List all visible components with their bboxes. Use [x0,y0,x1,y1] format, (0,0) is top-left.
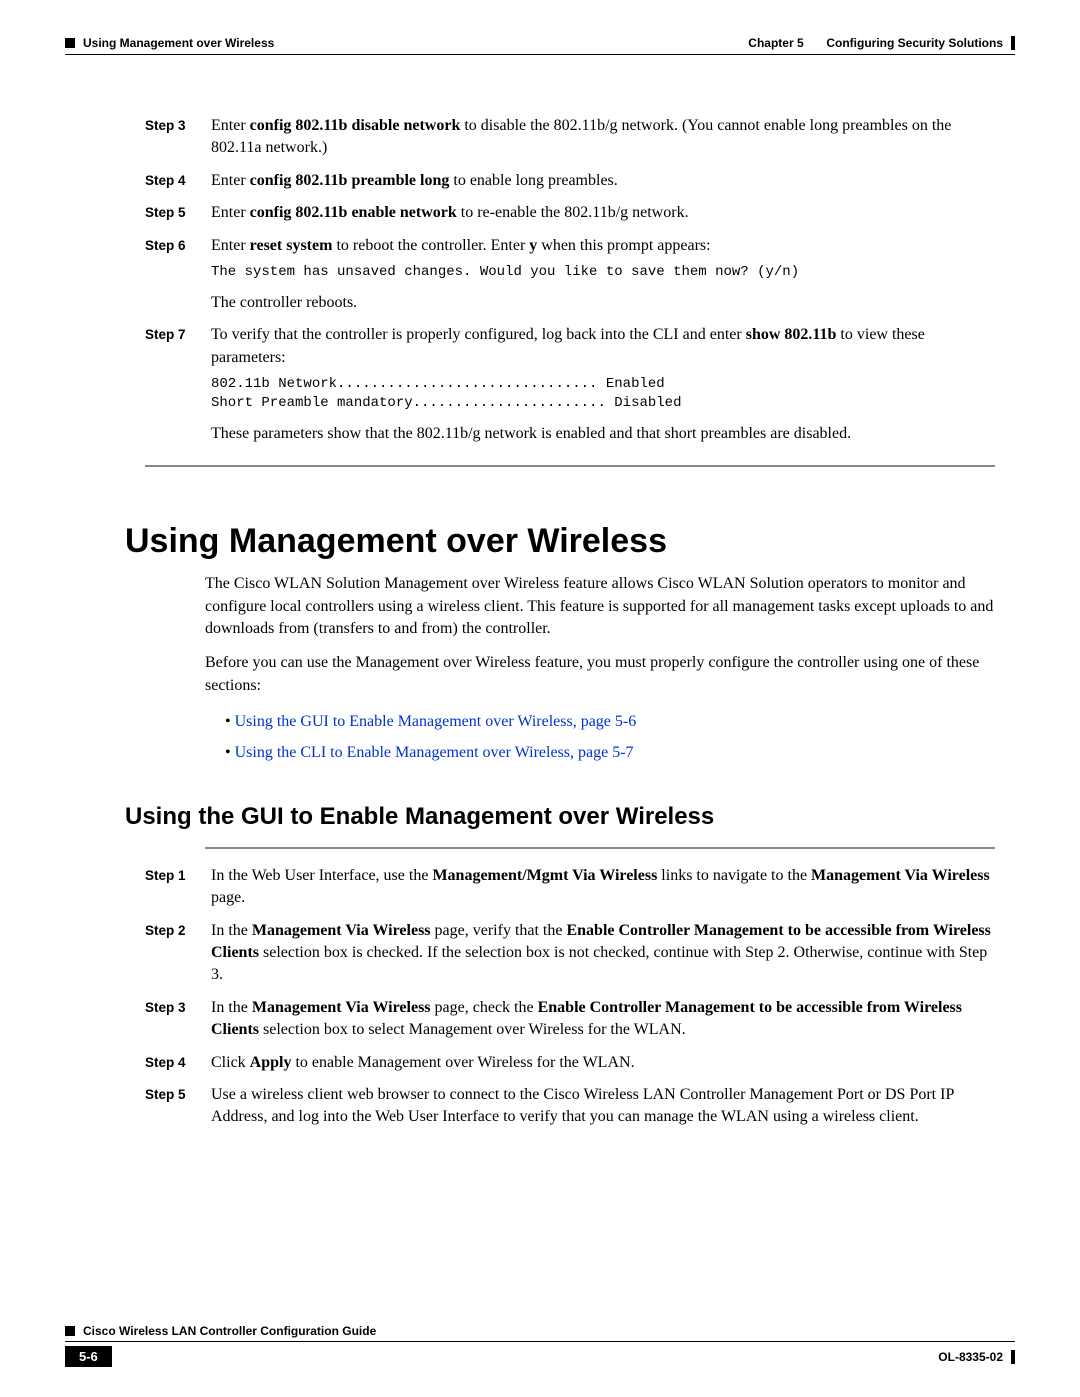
cross-ref-link[interactable]: Using the GUI to Enable Management over … [235,713,637,730]
header-section-title: Using Management over Wireless [83,36,274,50]
footer-marker-icon [65,1326,75,1336]
step-body: In the Management Via Wireless page, ver… [211,920,995,987]
section-heading: Using Management over Wireless [125,522,1015,561]
intro-paragraph: Before you can use the Management over W… [205,652,995,697]
steps-block-a: Step 3 Enter config 802.11b disable netw… [145,115,995,445]
step-row: Step 5 Enter config 802.11b enable netwo… [145,202,995,224]
step-label: Step 6 [145,235,193,315]
step-label: Step 7 [145,324,193,445]
step-body: In the Web User Interface, use the Manag… [211,865,995,910]
header-chapter: Chapter 5 [748,36,803,50]
step-row: Step 2 In the Management Via Wireless pa… [145,920,995,987]
step-row: Step 6 Enter reset system to reboot the … [145,235,995,315]
intro-paragraph: The Cisco WLAN Solution Management over … [205,573,995,640]
step-note: The controller reboots. [211,292,995,314]
step-body: Use a wireless client web browser to con… [211,1084,995,1129]
step-body: Enter config 802.11b preamble long to en… [211,170,995,192]
step-label: Step 1 [145,865,193,910]
step-body: In the Management Via Wireless page, che… [211,997,995,1042]
step-row: Step 4 Enter config 802.11b preamble lon… [145,170,995,192]
step-body: Enter reset system to reboot the control… [211,235,995,315]
step-label: Step 3 [145,997,193,1042]
step-label: Step 3 [145,115,193,160]
page-footer: Cisco Wireless LAN Controller Configurat… [65,1324,1015,1367]
list-item: Using the GUI to Enable Management over … [225,707,995,737]
step-body: Enter config 802.11b disable network to … [211,115,995,160]
step-body: To verify that the controller is properl… [211,324,995,445]
footer-guide-title: Cisco Wireless LAN Controller Configurat… [83,1324,376,1338]
link-list: Using the GUI to Enable Management over … [225,707,995,768]
header-rule [65,54,1015,55]
step-label: Step 5 [145,1084,193,1129]
doc-id: OL-8335-02 [938,1350,1003,1364]
step-label: Step 4 [145,170,193,192]
list-item: Using the CLI to Enable Management over … [225,738,995,768]
step-body: Enter config 802.11b enable network to r… [211,202,995,224]
header-chapter-title: Configuring Security Solutions [826,36,1003,50]
header-marker-icon [65,38,75,48]
step-row: Step 1 In the Web User Interface, use th… [145,865,995,910]
step-label: Step 4 [145,1052,193,1074]
code-block: The system has unsaved changes. Would yo… [211,263,995,282]
step-label: Step 5 [145,202,193,224]
step-note: These parameters show that the 802.11b/g… [211,423,995,445]
section-divider [145,465,995,467]
footer-bar-icon [1011,1350,1015,1364]
step-row: Step 4 Click Apply to enable Management … [145,1052,995,1074]
step-body: Click Apply to enable Management over Wi… [211,1052,995,1074]
section-divider [205,847,995,849]
header-bar-icon [1011,36,1015,50]
step-row: Step 5 Use a wireless client web browser… [145,1084,995,1129]
step-row: Step 7 To verify that the controller is … [145,324,995,445]
cross-ref-link[interactable]: Using the CLI to Enable Management over … [235,744,634,761]
subsection-heading: Using the GUI to Enable Management over … [125,803,1015,831]
page-header: Using Management over Wireless Chapter 5… [65,30,1015,55]
step-row: Step 3 In the Management Via Wireless pa… [145,997,995,1042]
page-number-badge: 5-6 [65,1346,112,1367]
step-row: Step 3 Enter config 802.11b disable netw… [145,115,995,160]
footer-rule [65,1341,1015,1342]
steps-block-b: Step 1 In the Web User Interface, use th… [145,865,995,1129]
code-block: 802.11b Network.........................… [211,375,995,413]
step-label: Step 2 [145,920,193,987]
